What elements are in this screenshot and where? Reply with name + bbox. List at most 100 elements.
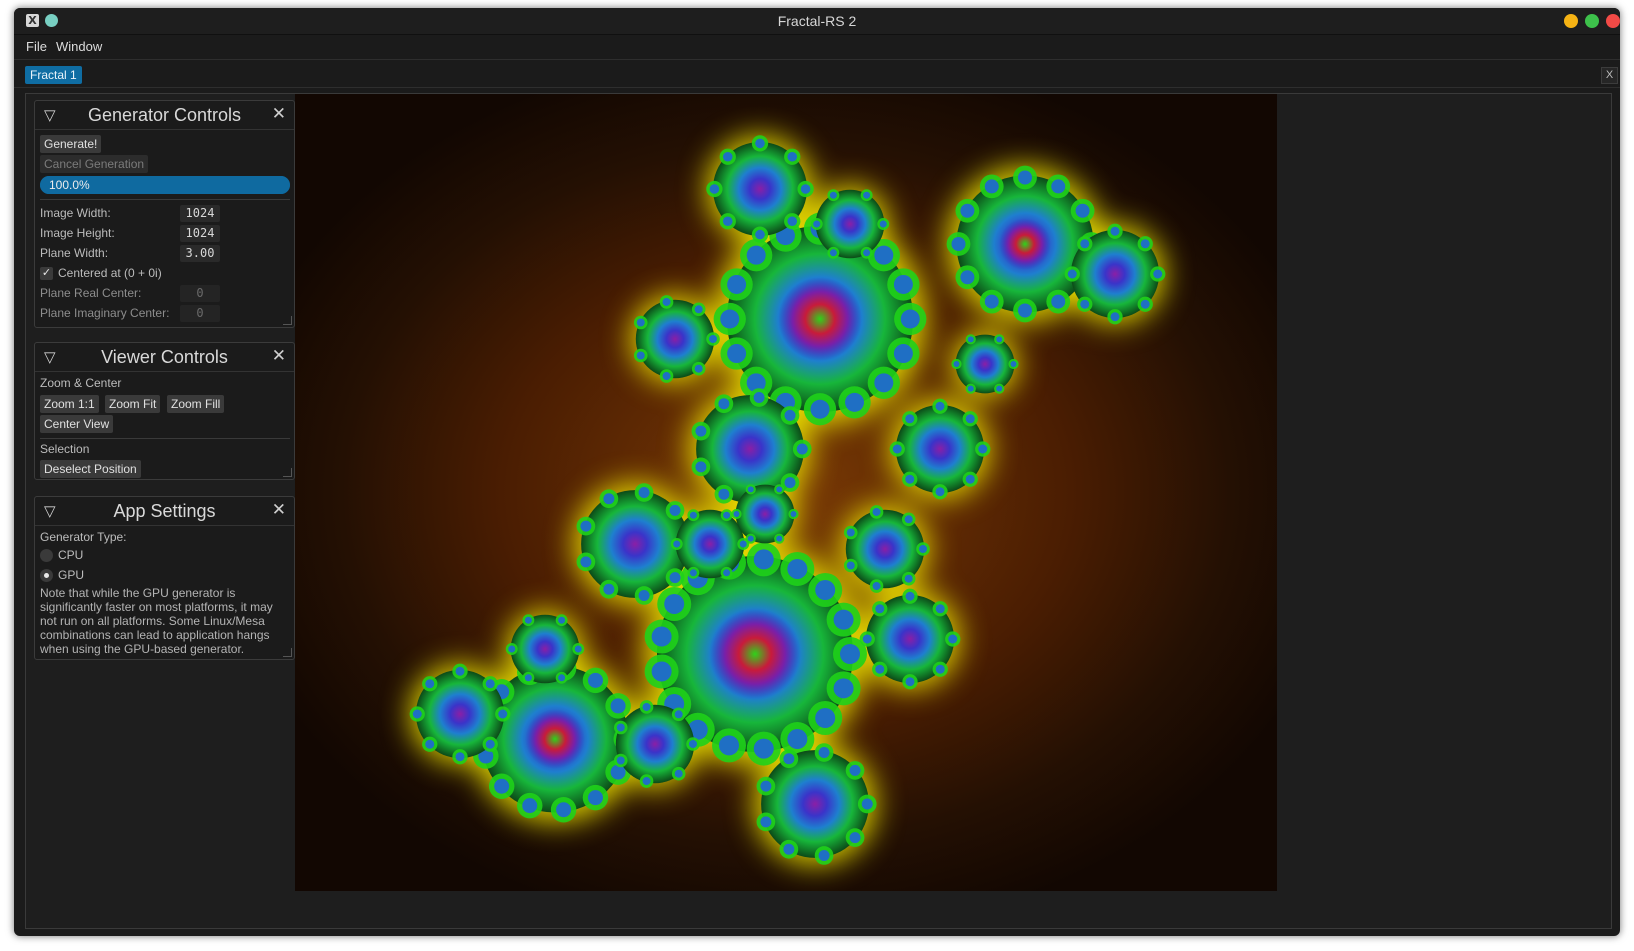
fractal-petal-center — [818, 747, 830, 759]
resize-grip[interactable] — [283, 468, 292, 477]
image-width-label: Image Width: — [40, 206, 111, 220]
app-settings-panel: ▽ App Settings ✕ Generator Type: CPU GPU… — [34, 496, 295, 660]
cpu-radio-label[interactable]: CPU — [58, 548, 83, 562]
fractal-petal-center — [695, 461, 707, 473]
gpu-radio[interactable] — [40, 569, 53, 582]
fractal-petal-center — [616, 756, 625, 765]
fractal-petal-center — [784, 477, 796, 489]
fractal-petal-center — [984, 294, 999, 309]
plane-real-center-field[interactable]: 0 — [180, 285, 220, 302]
fractal-petal-center — [1067, 269, 1077, 279]
zoom-fit-button[interactable]: Zoom Fit — [105, 395, 161, 413]
fractal-viewer[interactable] — [295, 94, 1277, 891]
app-window: X Fractal-RS 2 File Window Fractal 1 X ▽… — [14, 8, 1620, 936]
fractal-petal-center — [642, 777, 651, 786]
fractal-petal-center — [636, 351, 645, 360]
image-height-field[interactable]: 1024 — [180, 225, 220, 242]
fractal-bloom — [955, 334, 1015, 394]
fractal-petal-center — [739, 540, 747, 548]
tab-bar: Fractal 1 X — [14, 60, 1620, 88]
fractal-petal-center — [904, 515, 913, 524]
fractal-petal-center — [872, 582, 881, 591]
panel-header[interactable]: ▽ Generator Controls ✕ — [35, 101, 294, 130]
zoom-fill-button[interactable]: Zoom Fill — [167, 395, 225, 413]
cancel-generation-button[interactable]: Cancel Generation — [40, 155, 149, 173]
fractal-petal-center — [746, 245, 766, 265]
fractal-petal-center — [638, 487, 650, 499]
fractal-core — [525, 709, 585, 769]
fractal-petal-center — [846, 561, 855, 570]
fractal-petal-center — [846, 528, 855, 537]
fractal-petal-center — [722, 151, 733, 162]
panel-title: App Settings — [113, 501, 216, 521]
fractal-petal-center — [863, 191, 871, 199]
fractal-petal-center — [524, 674, 532, 682]
progress-bar: 100.0% — [40, 176, 290, 194]
plane-width-label: Plane Width: — [40, 246, 109, 260]
fractal-petal-center — [1018, 170, 1032, 185]
fractal-petal-center — [776, 486, 783, 493]
plane-width-field[interactable]: 3.00 — [180, 245, 220, 262]
centered-checkbox-label[interactable]: Centered at (0 + 0i) — [58, 266, 162, 280]
fractal-petal-center — [784, 409, 796, 421]
fractal-petal-center — [412, 709, 422, 719]
fractal-petal-center — [694, 364, 703, 373]
fractal-bloom — [675, 509, 745, 579]
maximize-button[interactable] — [1585, 14, 1599, 28]
fractal-petal-center — [862, 634, 872, 644]
fractal-bloom — [815, 189, 885, 259]
fractal-petal-center — [425, 679, 435, 689]
fractal-petal-center — [662, 297, 671, 306]
fractal-petal-center — [669, 572, 681, 584]
fractal-petal-center — [689, 740, 697, 748]
fractal-petal-center — [720, 309, 740, 329]
generate-button[interactable]: Generate! — [40, 135, 102, 153]
fractal-petal-center — [815, 579, 836, 600]
fractal-petal-center — [636, 318, 645, 327]
fractal-petal-center — [524, 616, 532, 624]
fractal-petal-center — [783, 753, 795, 765]
fractal-petal-center — [845, 392, 865, 412]
cpu-radio[interactable] — [40, 549, 53, 562]
fractal-core — [778, 277, 862, 361]
fractal-petal-center — [953, 361, 960, 367]
fractal-petal-center — [849, 764, 861, 776]
fractal-petal-center — [833, 678, 854, 699]
fractal-petal-center — [1153, 269, 1163, 279]
image-width-field[interactable]: 1024 — [180, 205, 220, 222]
fractal-petal-center — [522, 798, 538, 814]
fractal-petal-center — [638, 589, 650, 601]
fractal-petal-center — [722, 216, 733, 227]
tab-fractal-1[interactable]: Fractal 1 — [25, 66, 82, 84]
fractal-petal-center — [689, 511, 697, 519]
fractal-petal-center — [723, 511, 731, 519]
titlebar[interactable]: X Fractal-RS 2 — [14, 8, 1620, 35]
center-view-button[interactable]: Center View — [40, 415, 114, 433]
panel-header[interactable]: ▽ Viewer Controls ✕ — [35, 343, 294, 372]
fractal-petal-center — [996, 336, 1003, 343]
centered-checkbox[interactable]: ✓ — [40, 267, 53, 280]
fractal-petal-center — [935, 664, 945, 674]
fractal-petal-center — [1010, 361, 1017, 367]
fractal-petal-center — [616, 723, 625, 732]
panel-header[interactable]: ▽ App Settings ✕ — [35, 497, 294, 526]
tab-close-button[interactable]: X — [1601, 67, 1618, 84]
menu-window[interactable]: Window — [56, 39, 102, 54]
close-icon[interactable]: ✕ — [272, 346, 286, 366]
resize-grip[interactable] — [283, 316, 292, 325]
fractal-petal-center — [948, 634, 958, 644]
close-button[interactable] — [1606, 14, 1620, 28]
gpu-radio-label[interactable]: GPU — [58, 568, 84, 582]
deselect-position-button[interactable]: Deselect Position — [40, 460, 141, 478]
resize-grip[interactable] — [283, 648, 292, 657]
menu-file[interactable]: File — [26, 39, 47, 54]
close-icon[interactable]: ✕ — [272, 500, 286, 520]
fractal-petal-center — [900, 309, 920, 329]
close-icon[interactable]: ✕ — [272, 104, 286, 124]
zoom-1-1-button[interactable]: Zoom 1:1 — [40, 395, 99, 413]
minimize-button[interactable] — [1564, 14, 1578, 28]
fractal-petal-center — [558, 674, 566, 682]
fractal-petal-center — [905, 414, 915, 424]
plane-imaginary-center-field[interactable]: 0 — [180, 305, 220, 322]
fractal-petal-center — [709, 184, 720, 194]
